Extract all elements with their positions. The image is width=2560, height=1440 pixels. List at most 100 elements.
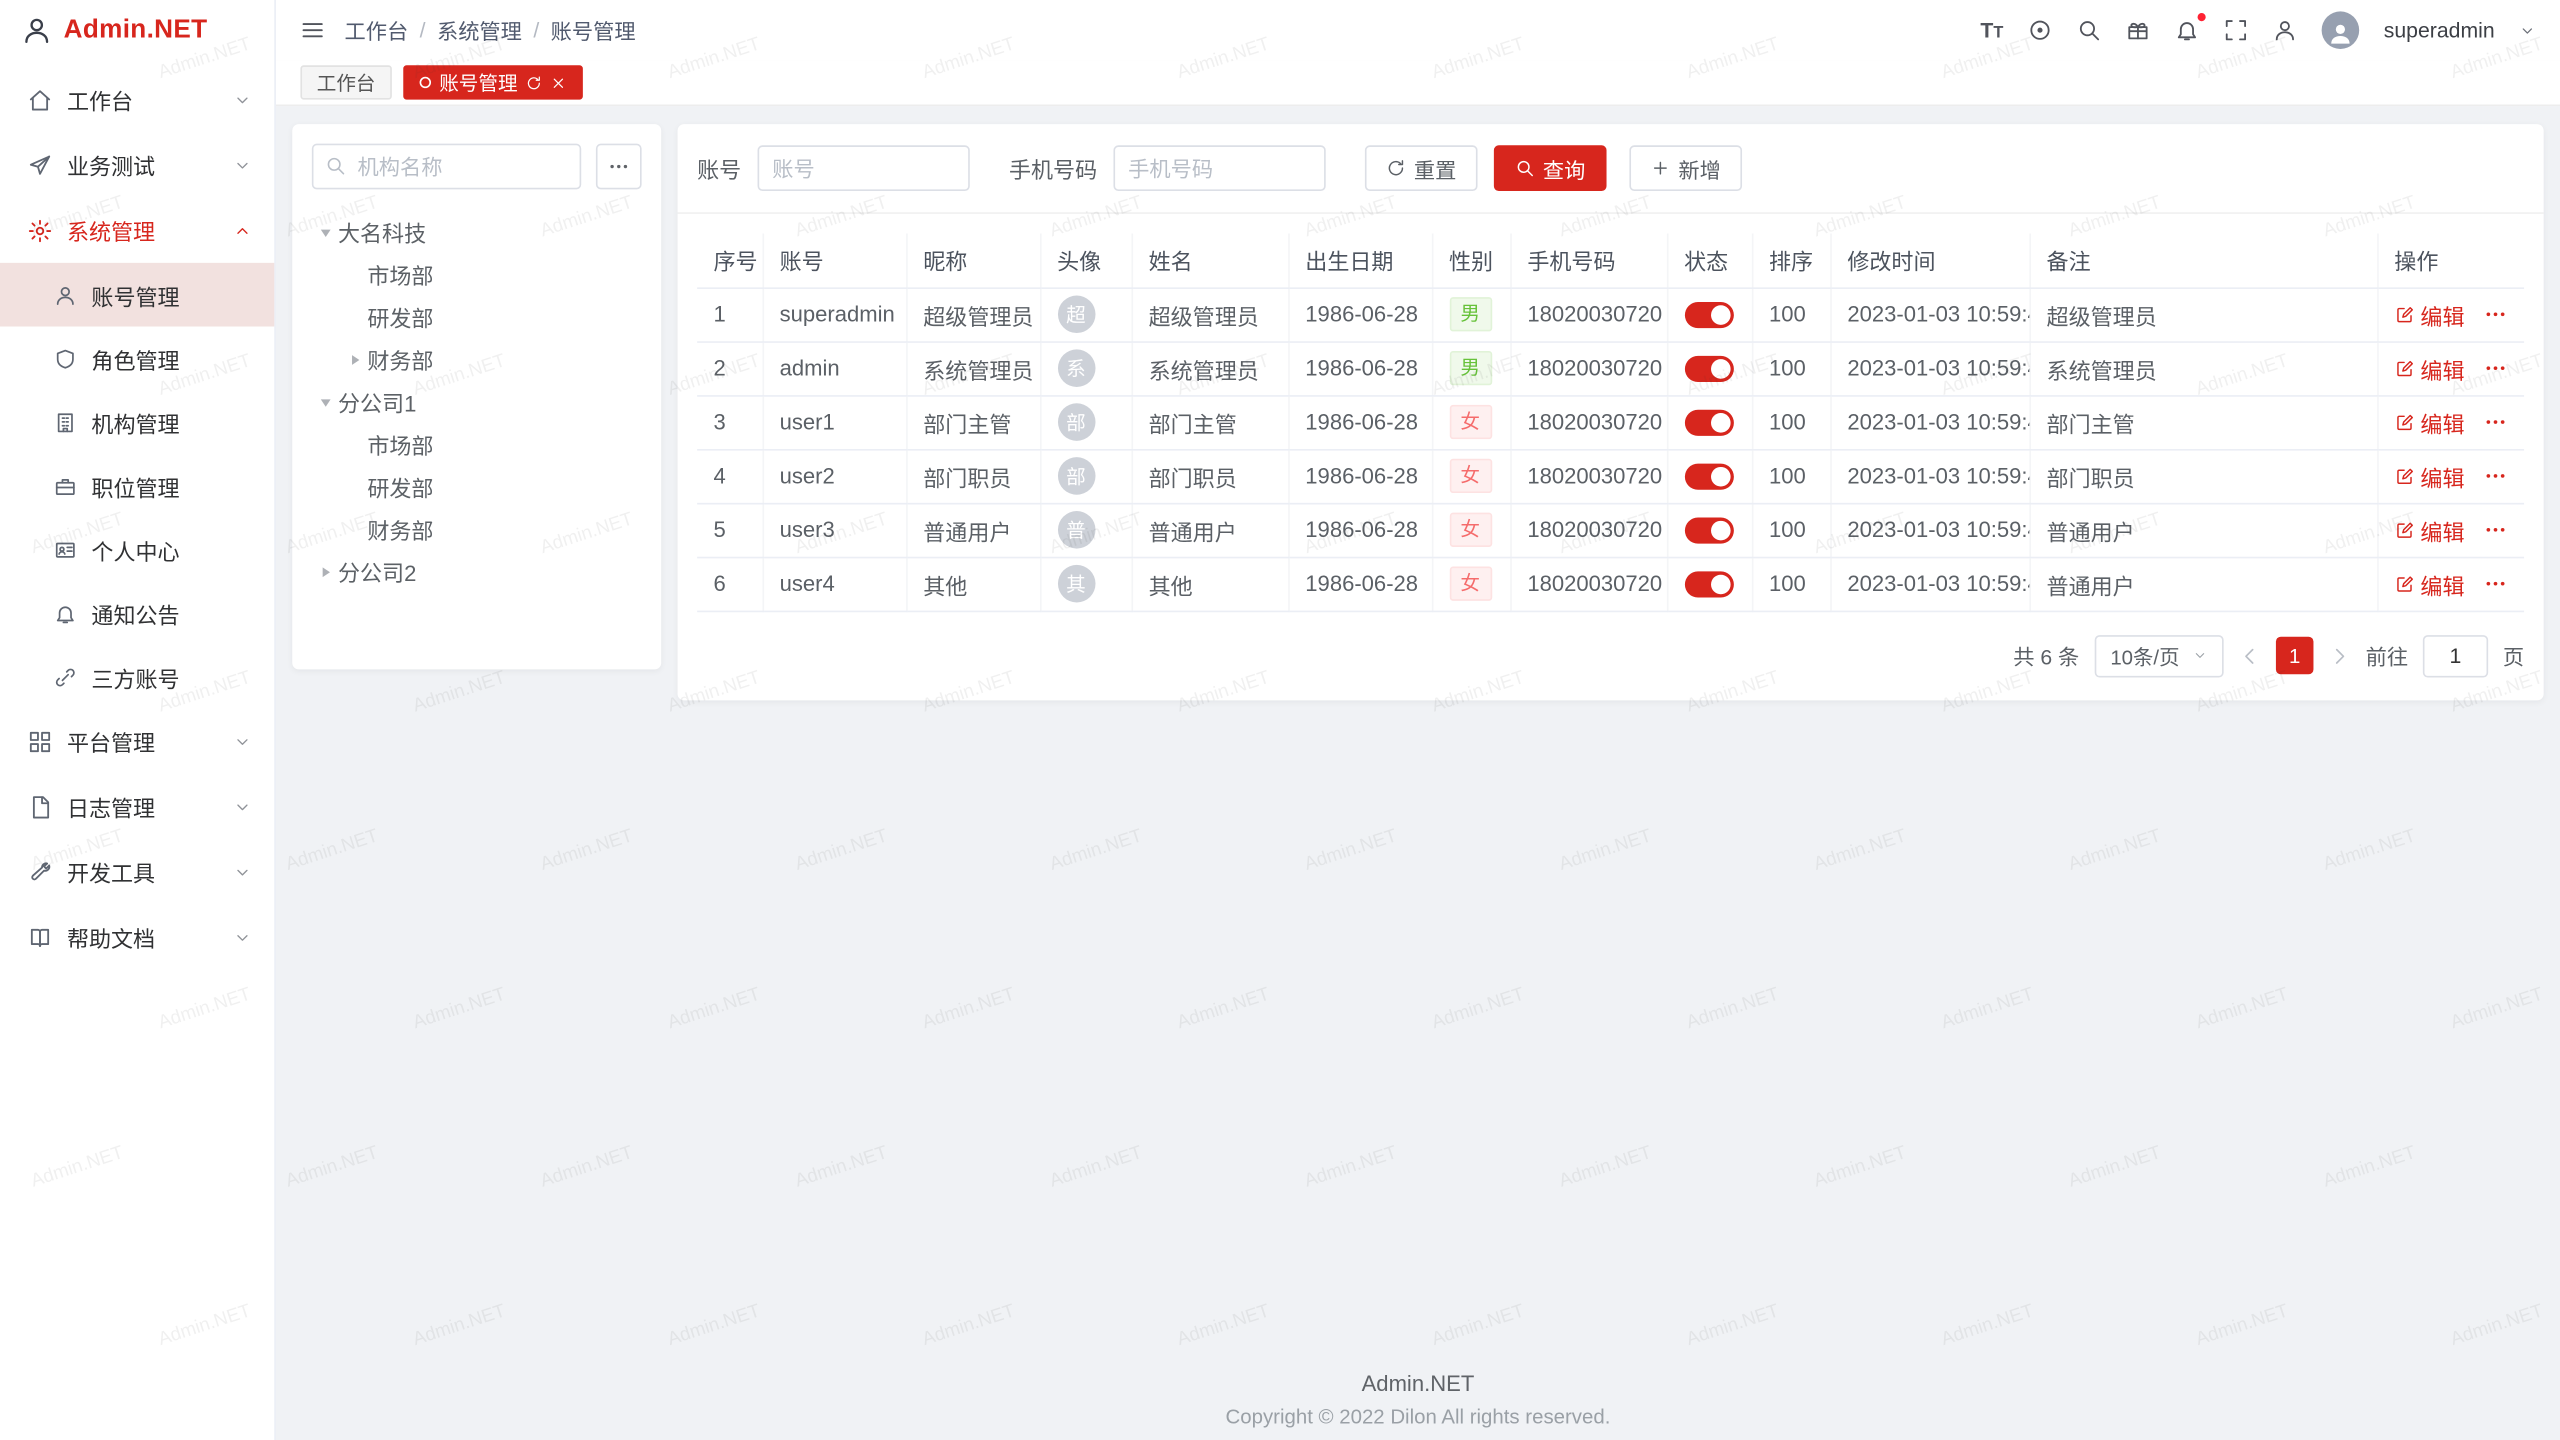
search-icon[interactable]	[2077, 18, 2101, 42]
tree-node[interactable]: 大名科技	[312, 211, 642, 253]
edit-button[interactable]: 编辑	[2394, 406, 2464, 439]
bell-icon[interactable]	[2175, 18, 2199, 42]
tree-caret-icon[interactable]	[312, 389, 338, 415]
gender-tag: 男	[1449, 297, 1491, 331]
sidebar-subitem-通知公告[interactable]: 通知公告	[0, 581, 274, 645]
sidebar-item-工作台[interactable]: 工作台	[0, 67, 274, 132]
sidebar-item-平台管理[interactable]: 平台管理	[0, 709, 274, 774]
breadcrumb-item[interactable]: 账号管理	[551, 15, 636, 46]
row-more-icon[interactable]	[2482, 464, 2506, 488]
status-toggle[interactable]	[1684, 302, 1733, 328]
cell-remark: 超级管理员	[2029, 287, 2377, 341]
gender-tag: 女	[1449, 567, 1491, 601]
tree-node[interactable]: 研发部	[312, 296, 642, 338]
tree-more-button[interactable]	[596, 144, 642, 190]
tree-node[interactable]: 市场部	[312, 253, 642, 295]
column-header: 性别	[1432, 233, 1510, 287]
status-toggle[interactable]	[1684, 517, 1733, 543]
edit-button[interactable]: 编辑	[2394, 460, 2464, 493]
sidebar-item-帮助文档[interactable]: 帮助文档	[0, 904, 274, 969]
status-toggle[interactable]	[1684, 409, 1733, 435]
sidebar-item-日志管理[interactable]: 日志管理	[0, 774, 274, 839]
goto-page-input[interactable]	[2423, 634, 2488, 676]
tree-node[interactable]: 研发部	[312, 465, 642, 507]
sidebar-subitem-三方账号[interactable]: 三方账号	[0, 645, 274, 709]
tab-close-icon[interactable]	[550, 74, 566, 90]
avatar[interactable]	[2322, 11, 2360, 49]
search-button[interactable]: 查询	[1494, 145, 1607, 191]
tree-node[interactable]: 分公司1	[312, 380, 642, 422]
phone-filter-input[interactable]	[1113, 145, 1325, 191]
add-button[interactable]: 新增	[1629, 145, 1742, 191]
tab-active[interactable]: 账号管理	[403, 65, 583, 99]
status-toggle[interactable]	[1684, 463, 1733, 489]
link-icon	[54, 665, 77, 688]
column-header: 备注	[2029, 233, 2377, 287]
row-more-icon[interactable]	[2482, 571, 2506, 595]
sidebar-subitem-角色管理[interactable]: 角色管理	[0, 327, 274, 391]
tree-node[interactable]: 市场部	[312, 423, 642, 465]
sidebar-subitem-label: 机构管理	[91, 406, 179, 439]
status-toggle[interactable]	[1684, 571, 1733, 597]
font-size-icon[interactable]: TT	[1980, 18, 2003, 42]
edit-button[interactable]: 编辑	[2394, 352, 2464, 385]
cell-birthday: 1986-06-28	[1288, 341, 1432, 395]
dot-circle-icon[interactable]	[2028, 18, 2052, 42]
table-row: 2admin系统管理员系系统管理员1986-06-28男180200307201…	[697, 341, 2524, 395]
sidebar-item-业务测试[interactable]: 业务测试	[0, 132, 274, 197]
menu-collapse-icon[interactable]	[300, 18, 324, 42]
total-count: 共 6 条	[2013, 640, 2079, 671]
user-menu-caret-icon[interactable]	[2519, 22, 2535, 38]
reset-button[interactable]: 重置	[1365, 145, 1478, 191]
home-icon	[28, 87, 52, 111]
column-header: 修改时间	[1830, 233, 2029, 287]
cell-nickname: 部门主管	[906, 395, 1040, 449]
cell-account: admin	[762, 341, 906, 395]
cell-name: 部门主管	[1131, 395, 1288, 449]
tree-caret-icon[interactable]	[312, 558, 338, 584]
tree-caret-icon[interactable]	[341, 346, 367, 372]
sidebar-item-系统管理[interactable]: 系统管理	[0, 198, 274, 263]
tree-node[interactable]: 财务部	[312, 508, 642, 550]
breadcrumb-item[interactable]: 工作台	[344, 15, 408, 46]
username[interactable]: superadmin	[2384, 18, 2495, 42]
tree-node[interactable]: 财务部	[312, 338, 642, 380]
avatar: 系	[1057, 349, 1095, 387]
book-icon	[28, 925, 52, 949]
edit-button[interactable]: 编辑	[2394, 513, 2464, 546]
plane-icon	[28, 153, 52, 177]
account-filter-input[interactable]	[758, 145, 970, 191]
tree-caret-icon[interactable]	[312, 219, 338, 245]
tab-refresh-icon[interactable]	[526, 74, 542, 90]
sidebar-item-开发工具[interactable]: 开发工具	[0, 839, 274, 904]
prev-page-icon[interactable]	[2238, 644, 2261, 667]
breadcrumb-item[interactable]: 系统管理	[437, 15, 522, 46]
row-more-icon[interactable]	[2482, 410, 2506, 434]
edit-icon	[2394, 466, 2414, 486]
status-toggle[interactable]	[1684, 355, 1733, 381]
page-number[interactable]: 1	[2276, 637, 2314, 675]
cell-avatar: 系	[1040, 341, 1131, 395]
org-search-input[interactable]	[312, 144, 581, 190]
page-size-select[interactable]: 10条/页	[2094, 634, 2224, 676]
tab-item[interactable]: 工作台	[300, 65, 391, 99]
sidebar-subitem-机构管理[interactable]: 机构管理	[0, 390, 274, 454]
fullscreen-icon[interactable]	[2224, 18, 2248, 42]
tree-caret-placeholder	[341, 473, 367, 499]
row-more-icon[interactable]	[2482, 518, 2506, 542]
row-actions: 编辑	[2394, 567, 2507, 600]
edit-button[interactable]: 编辑	[2394, 298, 2464, 331]
sidebar-subitem-账号管理[interactable]: 账号管理	[0, 263, 274, 327]
next-page-icon[interactable]	[2328, 644, 2351, 667]
cell-phone: 18020030720	[1510, 341, 1667, 395]
row-more-icon[interactable]	[2482, 356, 2506, 380]
tree-node[interactable]: 分公司2	[312, 550, 642, 592]
gift-icon[interactable]	[2126, 18, 2150, 42]
sidebar-subitem-职位管理[interactable]: 职位管理	[0, 454, 274, 518]
sidebar-subitem-个人中心[interactable]: 个人中心	[0, 518, 274, 582]
row-more-icon[interactable]	[2482, 302, 2506, 326]
person-icon[interactable]	[2273, 18, 2297, 42]
cell-actions: 编辑	[2377, 449, 2524, 503]
edit-button[interactable]: 编辑	[2394, 567, 2464, 600]
cell-modified: 2023-01-03 10:59:44	[1830, 395, 2029, 449]
